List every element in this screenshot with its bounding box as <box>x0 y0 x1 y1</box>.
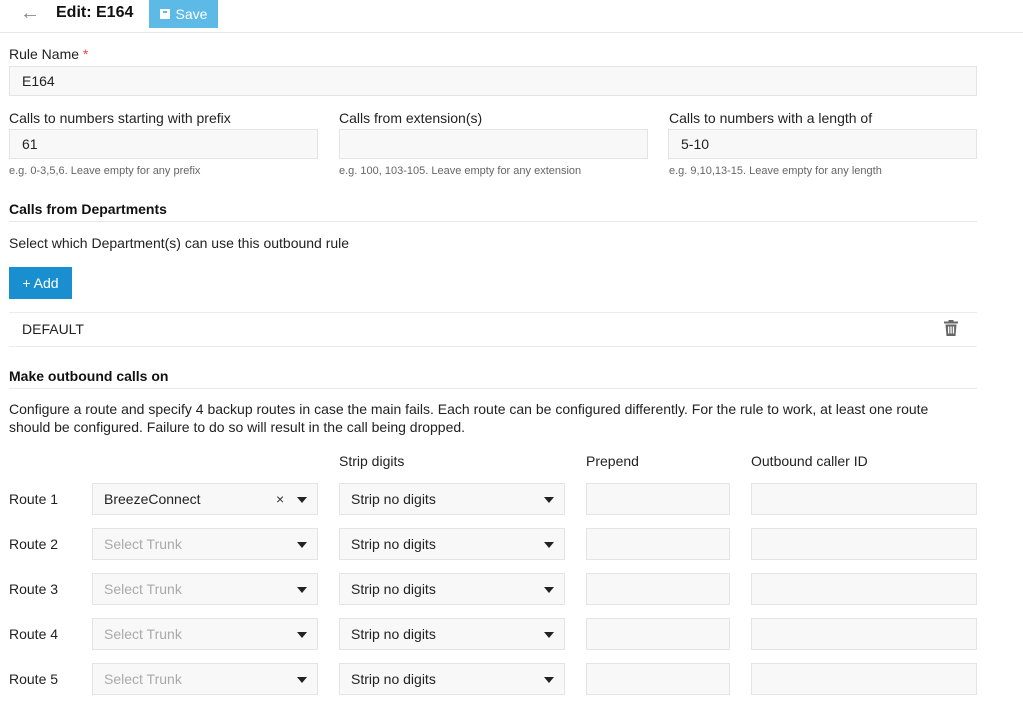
route-3-strip-value: Strip no digits <box>351 581 436 597</box>
route-3-trunk-placeholder: Select Trunk <box>104 581 182 597</box>
route-1-trunk-select[interactable]: BreezeConnect × <box>92 483 318 515</box>
route-2-label: Route 2 <box>9 536 59 552</box>
save-button-label: Save <box>175 6 208 22</box>
route-1-strip-value: Strip no digits <box>351 491 436 507</box>
route-1-caller-id-input[interactable] <box>751 483 977 515</box>
route-2-trunk-select[interactable]: Select Trunk <box>92 528 318 560</box>
route-5-strip-value: Strip no digits <box>351 671 436 687</box>
rule-name-label: Rule Name * <box>9 46 88 62</box>
caret-down-icon <box>544 677 554 683</box>
route-1-label: Route 1 <box>9 491 59 507</box>
route-5-trunk-select[interactable]: Select Trunk <box>92 663 318 695</box>
floppy-icon <box>159 9 170 19</box>
departments-description: Select which Department(s) can use this … <box>9 235 350 251</box>
clear-icon[interactable]: × <box>276 484 284 514</box>
top-bar: ← Edit: E164 Save <box>0 0 1023 33</box>
route-4-label: Route 4 <box>9 626 59 642</box>
route-5-strip-select[interactable]: Strip no digits <box>339 663 565 695</box>
route-4-strip-value: Strip no digits <box>351 626 436 642</box>
route-1-trunk-value: BreezeConnect <box>104 491 201 507</box>
route-4-trunk-placeholder: Select Trunk <box>104 626 182 642</box>
caret-down-icon <box>544 542 554 548</box>
route-5-caller-id-input[interactable] <box>751 663 977 695</box>
rule-name-input[interactable]: E164 <box>9 66 977 96</box>
length-label: Calls to numbers with a length of <box>669 110 873 126</box>
route-4-strip-select[interactable]: Strip no digits <box>339 618 565 650</box>
route-4-caller-id-input[interactable] <box>751 618 977 650</box>
caret-down-icon <box>297 632 307 638</box>
route-3-caller-id-input[interactable] <box>751 573 977 605</box>
prefix-hint: e.g. 0-3,5,6. Leave empty for any prefix <box>9 165 201 177</box>
save-button[interactable]: Save <box>149 0 218 28</box>
route-3-label: Route 3 <box>9 581 59 597</box>
route-4-prepend-input[interactable] <box>586 618 730 650</box>
route-2-trunk-placeholder: Select Trunk <box>104 536 182 552</box>
department-name: DEFAULT <box>22 321 84 337</box>
route-5-trunk-placeholder: Select Trunk <box>104 671 182 687</box>
route-2-strip-select[interactable]: Strip no digits <box>339 528 565 560</box>
caller-id-header: Outbound caller ID <box>751 453 868 469</box>
required-mark: * <box>82 46 89 62</box>
outbound-heading: Make outbound calls on <box>9 368 977 389</box>
strip-digits-header: Strip digits <box>339 453 405 469</box>
route-3-prepend-input[interactable] <box>586 573 730 605</box>
route-1-strip-select[interactable]: Strip no digits <box>339 483 565 515</box>
department-row: DEFAULT <box>9 312 977 347</box>
back-arrow-icon[interactable]: ← <box>20 2 40 25</box>
add-department-button[interactable]: + Add <box>9 267 72 299</box>
route-1-prepend-input[interactable] <box>586 483 730 515</box>
trash-icon[interactable] <box>944 320 958 336</box>
caret-down-icon <box>297 677 307 683</box>
extensions-label: Calls from extension(s) <box>339 110 483 126</box>
page-title: Edit: E164 <box>56 4 134 21</box>
route-3-strip-select[interactable]: Strip no digits <box>339 573 565 605</box>
caret-down-icon <box>297 587 307 593</box>
prefix-label: Calls to numbers starting with prefix <box>9 110 231 126</box>
length-input[interactable]: 5-10 <box>668 129 977 159</box>
caret-down-icon <box>544 587 554 593</box>
route-4-trunk-select[interactable]: Select Trunk <box>92 618 318 650</box>
prepend-header: Prepend <box>586 453 639 469</box>
departments-heading: Calls from Departments <box>9 201 977 222</box>
route-2-strip-value: Strip no digits <box>351 536 436 552</box>
route-2-caller-id-input[interactable] <box>751 528 977 560</box>
length-hint: e.g. 9,10,13-15. Leave empty for any len… <box>669 165 882 177</box>
caret-down-icon <box>297 497 307 503</box>
route-5-label: Route 5 <box>9 671 59 687</box>
extensions-input[interactable] <box>339 129 648 159</box>
outbound-description: Configure a route and specify 4 backup r… <box>9 401 929 435</box>
rule-name-label-text: Rule Name <box>9 46 80 62</box>
caret-down-icon <box>544 632 554 638</box>
extensions-hint: e.g. 100, 103-105. Leave empty for any e… <box>339 165 582 177</box>
prefix-input[interactable]: 61 <box>9 129 318 159</box>
route-2-prepend-input[interactable] <box>586 528 730 560</box>
route-5-prepend-input[interactable] <box>586 663 730 695</box>
caret-down-icon <box>544 497 554 503</box>
route-3-trunk-select[interactable]: Select Trunk <box>92 573 318 605</box>
caret-down-icon <box>297 542 307 548</box>
